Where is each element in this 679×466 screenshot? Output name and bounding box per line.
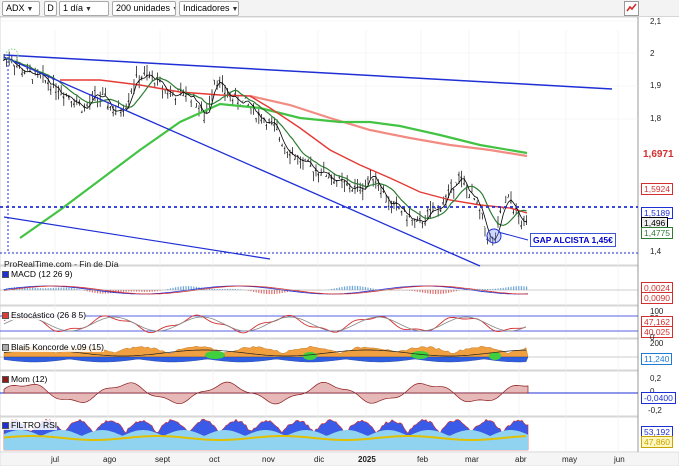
x-tick: sept <box>155 455 171 464</box>
price-bar-open <box>384 201 387 203</box>
mom-value: -0,0400 <box>641 392 676 404</box>
source-label: ProRealTime.com - Fin de Día <box>4 259 119 269</box>
chart-window: ADX▼ D 1 día▼ 200 unidades▼ Indicadores▼… <box>0 0 679 466</box>
x-tick: feb <box>417 455 429 464</box>
stoch-panel-label[interactable]: Estocástico (26 8 5) <box>2 310 87 320</box>
koncorde-value: 11,240 <box>641 353 673 365</box>
koncorde-green-area <box>303 352 317 360</box>
x-tick: jul <box>51 455 60 464</box>
price-bar-open <box>507 197 509 199</box>
price-bar-open <box>57 91 59 93</box>
rsi-label-text: FILTRO RSI <box>11 420 58 430</box>
price-bar-open <box>265 124 267 126</box>
mom-panel-label[interactable]: Mom (12) <box>2 374 48 384</box>
price-tag-sma200: 1,6971 <box>641 149 676 160</box>
gap-annotation: GAP ALCISTA 1,45€ <box>530 233 616 247</box>
price-bar-open <box>2 59 5 61</box>
price-bar-open <box>93 89 96 92</box>
price-bar-open <box>202 119 205 122</box>
x-tick: nov <box>262 455 275 464</box>
macd-signal-value: 0,0090 <box>641 292 673 304</box>
price-bar-open <box>286 151 288 154</box>
rsi-signal-value: 47,860 <box>641 436 673 448</box>
price-bar-open <box>153 82 155 84</box>
x-tick: jun <box>614 455 625 464</box>
koncorde-tick: 200 <box>650 339 664 348</box>
koncorde-panel-label[interactable]: Blai5 Koncorde v.09 (15) <box>2 342 104 352</box>
koncorde-swatch <box>2 343 9 351</box>
x-tick: abr <box>515 455 527 464</box>
x-tick: may <box>562 455 578 464</box>
gap-circle <box>486 228 502 244</box>
panel-frame <box>0 265 639 306</box>
x-tick: ago <box>103 455 117 464</box>
time-axis-bar <box>0 451 679 466</box>
price-tag-sma20: 1,4775 <box>641 227 673 239</box>
koncorde-label-text: Blai5 Koncorde v.09 (15) <box>11 342 104 352</box>
price-bar-open <box>158 80 161 82</box>
rsi-panel-label[interactable]: FILTRO RSI <box>2 420 58 430</box>
panel-frame <box>0 16 639 266</box>
price-tick: 1,9 <box>650 81 662 90</box>
price-bar-open <box>299 161 301 163</box>
x-tick: dic <box>314 455 325 464</box>
price-bar-open <box>475 202 478 204</box>
price-bar-open <box>366 178 369 180</box>
stoch-swatch <box>2 311 9 319</box>
price-tick: 1,4 <box>650 247 662 256</box>
rsi-swatch <box>2 421 9 429</box>
macd-label-text: MACD (12 26 9) <box>11 269 73 279</box>
macd-panel-label[interactable]: MACD (12 26 9) <box>2 269 73 279</box>
mom-tick: 0,2 <box>650 374 662 383</box>
x-tick: oct <box>209 455 220 464</box>
x-tick-year: 2025 <box>358 455 376 464</box>
koncorde-green-area <box>205 351 225 359</box>
mom-tick: -0,2 <box>648 406 662 415</box>
price-tag-sma40: 1,5924 <box>641 183 673 195</box>
mom-label-text: Mom (12) <box>11 374 48 384</box>
mom-swatch <box>2 375 9 383</box>
price-bar-open <box>483 226 486 228</box>
stoch-label-text: Estocástico (26 8 5) <box>11 310 87 320</box>
price-tick: 1,8 <box>650 114 662 123</box>
stoch-d-value: 40,025 <box>641 326 673 338</box>
price-bar-open <box>359 189 361 192</box>
x-tick: mar <box>465 455 479 464</box>
price-bar-open <box>26 67 28 70</box>
price-bar-open <box>408 215 410 217</box>
price-bar-open <box>377 185 379 187</box>
macd-swatch <box>2 270 9 278</box>
price-tick: 2,1 <box>650 17 662 26</box>
price-tick: 2 <box>650 49 655 58</box>
